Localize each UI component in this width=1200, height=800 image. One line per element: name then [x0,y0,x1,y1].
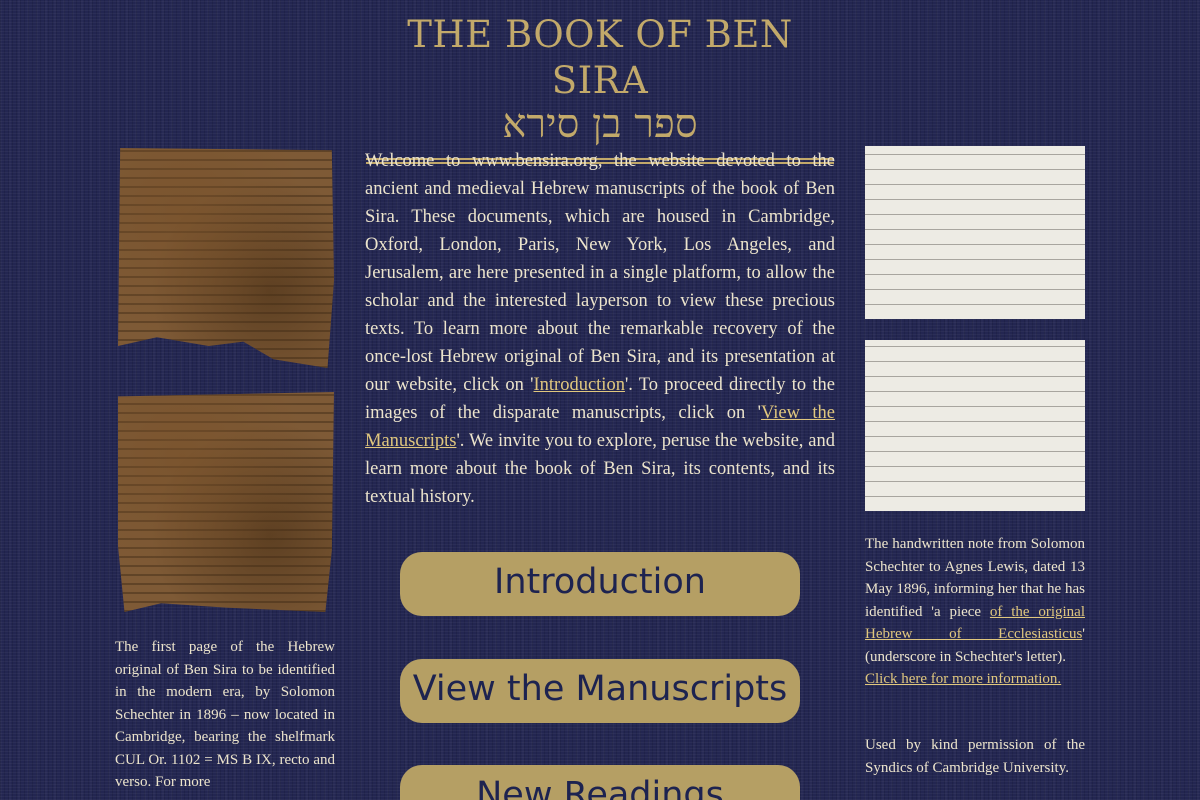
manuscript-verso-image [118,392,334,612]
permission-note: Used by kind permission of the Syndics o… [865,737,1085,776]
site-title-hebrew: ספר בן סירא [502,101,698,147]
manuscript-recto-image [118,148,334,368]
manuscript-caption: The first page of the Hebrew original of… [115,639,335,790]
site-title: THE BOOK OF BEN SIRA [407,13,793,102]
new-readings-button[interactable]: New Readings [400,765,800,800]
letter-caption: The handwritten note from Solomon Schech… [865,533,1085,691]
schechter-letter-page-1-image [865,146,1085,319]
view-manuscripts-button[interactable]: View the Manuscripts [400,659,800,723]
introduction-link[interactable]: Introduction [534,375,625,395]
welcome-text-1: Welcome to www.bensira.org, the website … [365,151,835,395]
schechter-letter-page-2-image [865,340,1085,511]
site-header: THE BOOK OF BEN SIRA ספר בן סירא [366,12,834,164]
welcome-paragraph: Welcome to www.bensira.org, the website … [365,147,835,511]
introduction-button[interactable]: Introduction [400,552,800,616]
more-information-link[interactable]: Click here for more information. [865,671,1061,687]
